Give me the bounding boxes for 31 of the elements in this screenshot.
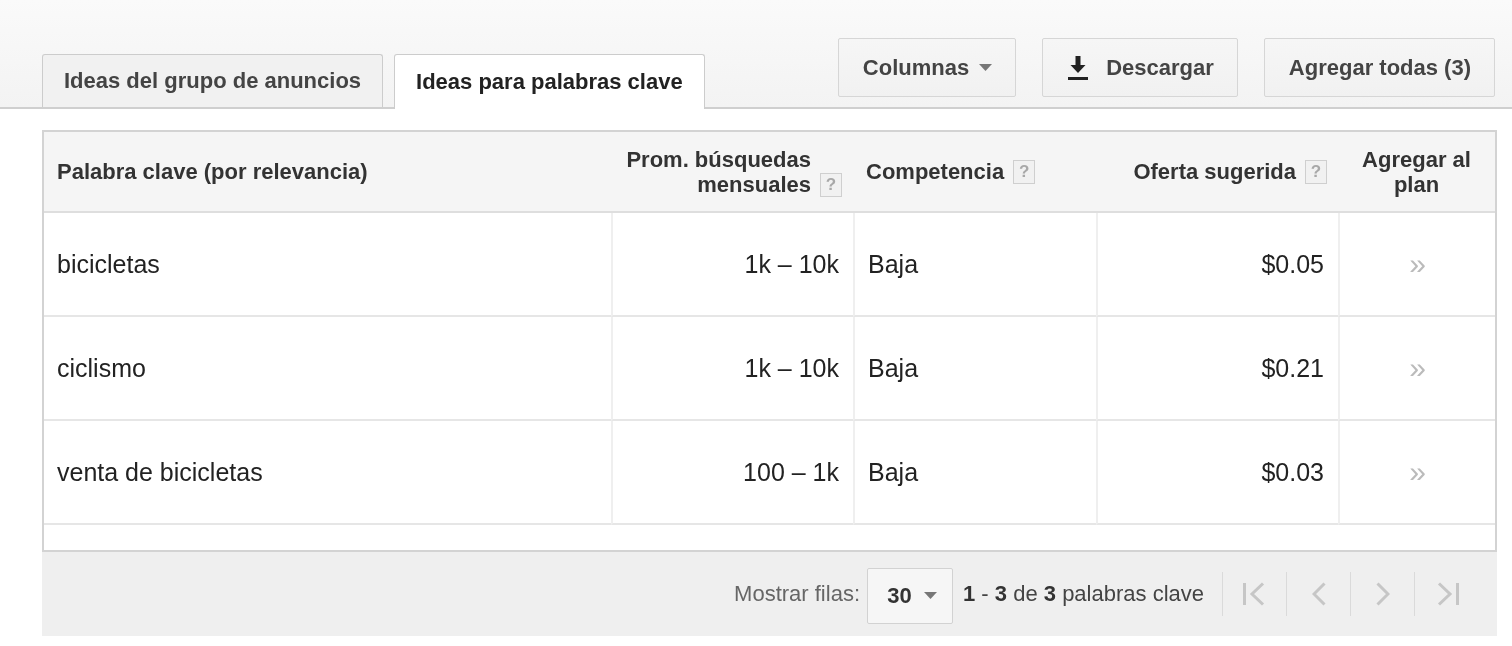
chevron-right-icon <box>1375 582 1390 606</box>
tab[interactable]: Ideas para palabras clave <box>394 54 705 109</box>
table-cell: bicicletas <box>44 213 611 317</box>
chevron-left-icon <box>1311 582 1326 606</box>
column-header: Competencia <box>866 159 1005 184</box>
column-header: Prom. búsquedas mensuales <box>625 146 811 197</box>
table-cell: 100 – 1k <box>611 421 853 525</box>
column-header: Palabra clave (por relevancia) <box>57 159 368 184</box>
add-all-button[interactable]: Agregar todas (3) <box>1263 38 1495 97</box>
table-cell: venta de bicicletas <box>44 421 611 525</box>
table-cell: $0.21 <box>1096 317 1338 421</box>
table-cell: $0.03 <box>1096 421 1338 525</box>
table-cell: 1k – 10k <box>611 317 853 421</box>
tab[interactable]: Ideas del grupo de anuncios <box>42 54 384 107</box>
caret-icon <box>979 64 993 71</box>
caret-icon <box>923 592 937 599</box>
pagination-summary: 1 - 3 de 3 palabras clave <box>963 581 1204 607</box>
table-cell: Baja <box>853 317 1096 421</box>
columns-dropdown-button[interactable]: Columnas <box>837 38 1017 97</box>
download-button[interactable]: Descargar <box>1042 38 1238 97</box>
table-cell: ciclismo <box>44 317 611 421</box>
table-cell: $0.05 <box>1096 213 1338 317</box>
rows-per-page-label: Mostrar filas: <box>734 581 860 607</box>
table-cell: Baja <box>853 213 1096 317</box>
table-cell: 1k – 10k <box>611 213 853 317</box>
download-icon <box>1067 55 1090 80</box>
first-page-icon <box>1242 582 1267 606</box>
rows-per-page-dropdown[interactable]: 30 <box>867 567 953 624</box>
column-header: Agregar al plan <box>1361 146 1472 197</box>
column-header: Oferta sugerida <box>1133 159 1296 184</box>
table-cell: Baja <box>853 421 1096 525</box>
